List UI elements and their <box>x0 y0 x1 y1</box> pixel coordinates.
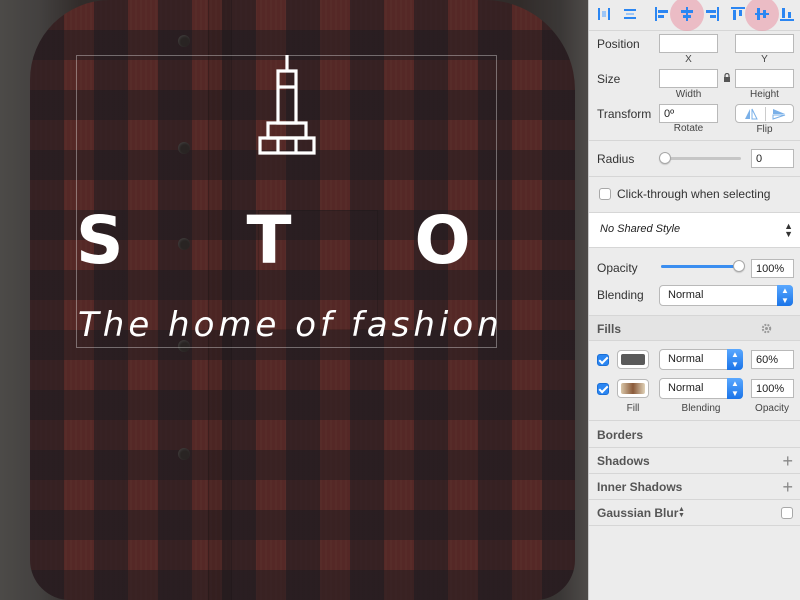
add-inner-shadow-icon[interactable]: + <box>782 478 793 496</box>
gaussian-blur-checkbox[interactable] <box>781 507 793 519</box>
blending-column-label: Blending <box>681 403 721 414</box>
divider <box>589 176 800 177</box>
opacity-slider-fill <box>661 265 739 268</box>
flip-buttons[interactable] <box>735 104 794 123</box>
fill-2-blending-select[interactable]: Normal ▲ ▼ <box>659 378 743 399</box>
x-label: X <box>685 54 692 65</box>
gaussian-blur-section-header[interactable]: Gaussian Blur ▲ ▼ <box>589 500 800 526</box>
shared-style-select[interactable]: No Shared Style ▲ ▼ <box>589 213 800 247</box>
rotate-field[interactable]: 0º <box>659 104 718 123</box>
divider <box>589 247 800 248</box>
opacity-field[interactable]: 100% <box>751 259 794 278</box>
divider <box>589 420 800 421</box>
distribute-horizontal-icon[interactable] <box>593 3 615 25</box>
size-width-field[interactable] <box>659 69 718 88</box>
shadows-label: Shadows <box>597 454 650 468</box>
fill-2-image-swatch[interactable] <box>617 379 649 398</box>
opacity-slider-track[interactable] <box>661 265 739 268</box>
align-center-horizontal-icon[interactable] <box>676 3 698 25</box>
shadows-section-header[interactable]: Shadows + <box>589 448 800 474</box>
radius-label: Radius <box>597 152 635 166</box>
align-top-icon[interactable] <box>727 3 749 25</box>
store-title[interactable]: S T O R E <box>76 196 588 286</box>
flip-horizontal-icon[interactable] <box>744 108 758 120</box>
radius-slider-knob[interactable] <box>659 152 671 164</box>
position-x-field[interactable] <box>659 34 718 53</box>
fill-column-label: Fill <box>626 403 640 414</box>
align-right-icon[interactable] <box>701 3 723 25</box>
inspector-panel: Position X Y Size Width Height Transform… <box>588 0 800 600</box>
position-label: Position <box>597 37 640 51</box>
lock-icon[interactable] <box>723 73 731 83</box>
align-bottom-icon[interactable] <box>776 3 798 25</box>
click-through-checkbox[interactable] <box>599 188 611 200</box>
store-tagline[interactable]: The home of fashion <box>78 300 499 350</box>
shared-style-value: No Shared Style <box>600 223 681 235</box>
select-chevron-icon: ▲ ▼ <box>727 378 743 399</box>
flip-label: Flip <box>756 124 773 135</box>
fill-2-opacity-field[interactable]: 100% <box>751 379 794 398</box>
opacity-label: Opacity <box>597 261 638 275</box>
height-label: Height <box>750 89 779 100</box>
gear-icon[interactable] <box>760 322 773 335</box>
rotate-label: Rotate <box>673 123 704 134</box>
updown-chevron-icon: ▲ ▼ <box>784 221 793 239</box>
position-y-field[interactable] <box>735 34 794 53</box>
fills-label: Fills <box>597 322 622 336</box>
borders-section-header[interactable]: Borders <box>589 422 800 448</box>
flip-vertical-icon[interactable] <box>772 108 786 120</box>
inner-shadows-label: Inner Shadows <box>597 480 683 494</box>
building-logo-icon <box>258 55 316 155</box>
radius-field[interactable]: 0 <box>751 149 794 168</box>
size-height-field[interactable] <box>735 69 794 88</box>
add-shadow-icon[interactable]: + <box>782 452 793 470</box>
fill-2-checkbox[interactable] <box>597 383 609 395</box>
radius-slider-track[interactable] <box>663 157 741 160</box>
inner-shadows-section-header[interactable]: Inner Shadows + <box>589 474 800 500</box>
transform-label: Transform <box>597 107 652 121</box>
width-label: Width <box>675 89 702 100</box>
fill-1-blending-value: Normal <box>668 353 704 365</box>
opacity-column-label: Opacity <box>755 403 789 414</box>
fill-1-checkbox[interactable] <box>597 354 609 366</box>
fill-1-color-swatch[interactable] <box>617 350 649 369</box>
canvas-artboard[interactable]: S T O R E The home of fashion <box>0 0 588 600</box>
y-label: Y <box>761 54 768 65</box>
blending-label: Blending <box>597 288 644 302</box>
blending-value: Normal <box>668 289 704 301</box>
size-label: Size <box>597 72 621 86</box>
alignment-toolbar <box>589 0 800 31</box>
updown-chevron-icon[interactable]: ▲ ▼ <box>678 506 685 519</box>
fill-1-blending-select[interactable]: Normal ▲ ▼ <box>659 349 743 370</box>
select-chevron-icon: ▲ ▼ <box>727 349 743 370</box>
fill-2-blending-value: Normal <box>668 382 704 394</box>
select-chevron-icon: ▲ ▼ <box>777 285 793 306</box>
click-through-label: Click-through when selecting <box>617 187 771 201</box>
blending-select[interactable]: Normal ▲ ▼ <box>659 285 793 306</box>
fill-1-opacity-field[interactable]: 60% <box>751 350 794 369</box>
divider <box>589 525 800 526</box>
align-center-vertical-icon[interactable] <box>751 3 773 25</box>
borders-label: Borders <box>597 428 644 442</box>
fills-section-header[interactable]: Fills <box>589 315 800 341</box>
divider <box>589 140 800 141</box>
distribute-vertical-icon[interactable] <box>619 3 641 25</box>
align-left-icon[interactable] <box>651 3 673 25</box>
opacity-slider-knob[interactable] <box>733 260 745 272</box>
gaussian-blur-label: Gaussian Blur <box>597 506 679 520</box>
